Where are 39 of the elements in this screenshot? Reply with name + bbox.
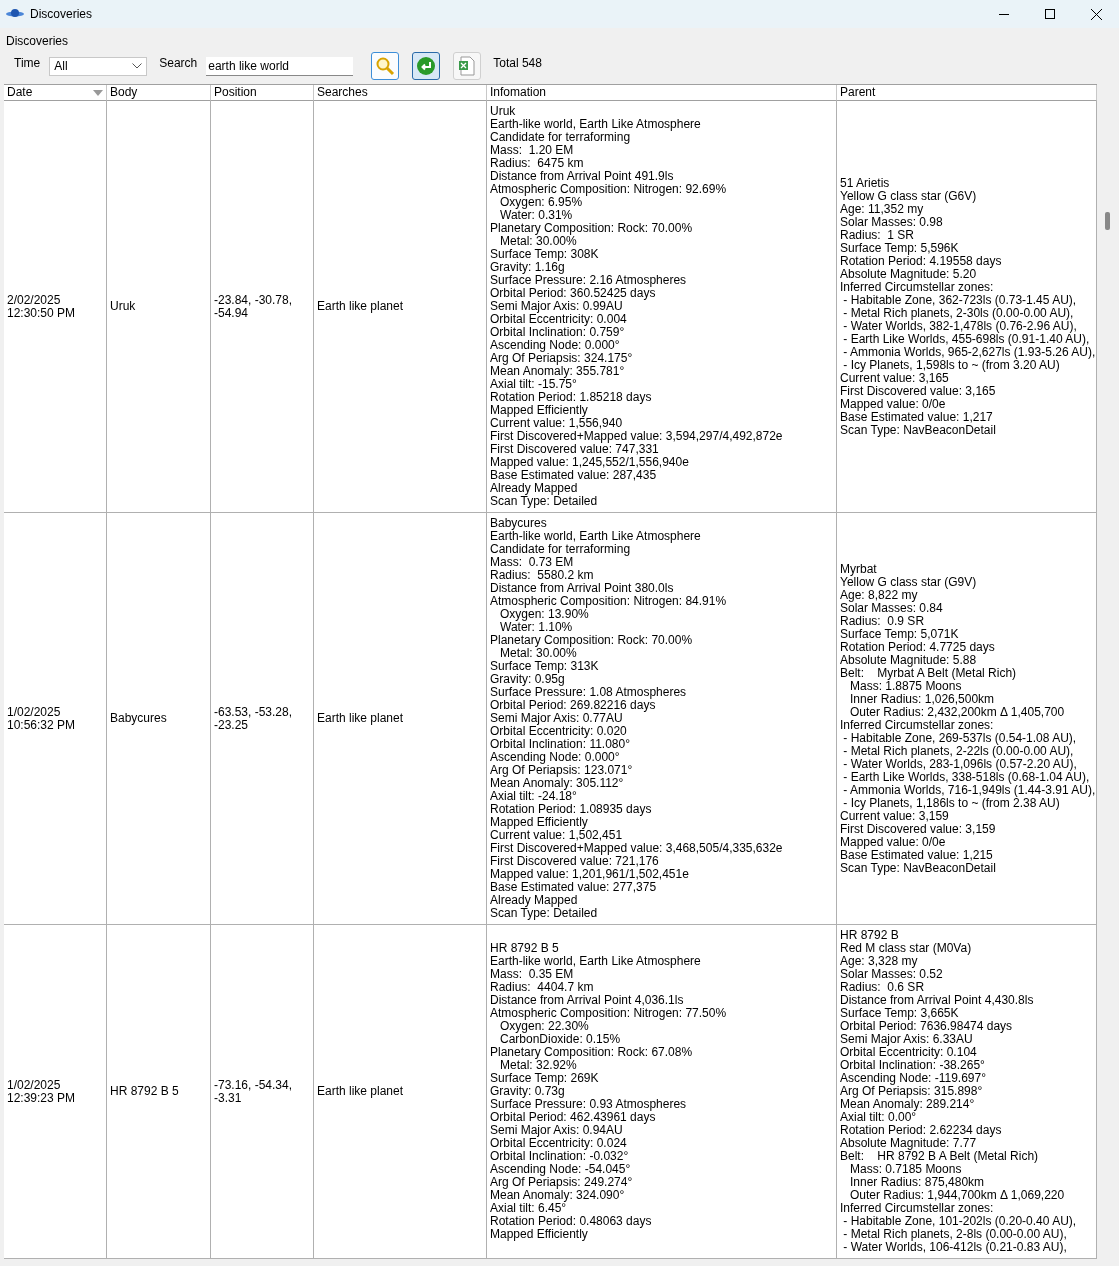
- table-cell: -63.53, -53.28, -23.25: [211, 513, 314, 925]
- table-cell: 1/02/2025 10:56:32 PM: [4, 513, 107, 925]
- window-title: Discoveries: [30, 7, 93, 21]
- planet-icon: [6, 8, 24, 20]
- panel-title: Discoveries: [6, 34, 68, 48]
- column-header[interactable]: Parent: [837, 85, 1097, 101]
- sort-arrow-icon: [93, 89, 103, 96]
- export-excel-button[interactable]: [453, 52, 482, 80]
- column-header[interactable]: Body: [107, 85, 211, 101]
- column-header[interactable]: Infomation: [487, 85, 837, 101]
- maximize-icon: [1045, 9, 1055, 19]
- column-header[interactable]: Searches: [314, 85, 487, 101]
- table-cell: HR 8792 B 5: [107, 925, 211, 1259]
- search-label: Search: [159, 56, 198, 70]
- table-cell: Uruk: [107, 101, 211, 513]
- total-count: Total 548: [493, 56, 542, 70]
- caret-icon: [132, 63, 143, 69]
- table-cell: HR 8792 B 5 Earth-like world, Earth Like Atmosphere Mass: 0.35 EM Radius: 4404.7 km Distance from Arrival Point 4,036.1ls Atmospheric Composition: Nitrogen: 77.50% Oxygen: 22.30% CarbonDioxide: 0.15% Planetary Composition: Rock: 67.08% Metal: 32.92% Surface Temp: 269K Gravity: 0.73g Surface Pressure: 0.93 Atmospheres Orbital Period: 462.43961 days Semi Major Axis: 0.94AU Orbital Eccentricity: 0.024 Orbital Inclination: -0.032° Ascending Node: -54.045° Arg Of Periapsis: 249.274° Mean Anomaly: 324.090° Axial tilt: 6.45° Rotation Period: 0.48063 days Mapped Efficiently: [487, 925, 837, 1259]
- time-label: Time: [14, 56, 41, 70]
- table-cell: 2/02/2025 12:30:50 PM: [4, 101, 107, 513]
- table-cell: Earth like planet: [314, 101, 487, 513]
- table-cell: -23.84, -30.78, -54.94: [211, 101, 314, 513]
- spreadsheet-file-icon: [458, 56, 477, 76]
- table-cell: -73.16, -54.34, -3.31: [211, 925, 314, 1259]
- search-icon: [375, 56, 396, 76]
- close-icon: [1090, 8, 1102, 20]
- column-header[interactable]: Date: [4, 85, 107, 101]
- table-cell: Babycures Earth-like world, Earth Like Atmosphere Candidate for terraforming Mass: 0.73 EM Radius: 5580.2 km Distance from Arrival Point 380.0ls Atmospheric Composition: Nitrogen: 84.91% Oxygen: 13.90% Water: 1.10% Planetary Composition: Rock: 70.00% Metal: 30.00% Surface Temp: 313K Gravity: 0.95g Surface Pressure: 1.08 Atmospheres Orbital Period: 269.82216 days Semi Major Axis: 0.77AU Orbital Eccentricity: 0.020 Orbital Inclination: 11.080° Ascending Node: 0.000° Arg Of Periapsis: 123.071° Mean Anomaly: 305.112° Axial tilt: -24.18° Rotation Period: 1.08935 days Mapped Efficiently Current value: 1,502,451 First Discovered+Mapped value: 3,468,505/4,335,632e First Discovered value: 721,176 Mapped value: 1,201,961/1,502,451e Base Estimated value: 277,375 Already Mapped Scan Type: Detailed: [487, 513, 837, 925]
- scroll-thumb[interactable]: [1105, 212, 1110, 230]
- column-header[interactable]: Position: [211, 85, 314, 101]
- time-dropdown[interactable]: All: [49, 56, 148, 76]
- search-field[interactable]: earth like world: [206, 56, 354, 76]
- table-cell: Uruk Earth-like world, Earth Like Atmosphere Candidate for terraforming Mass: 1.20 EM Radius: 6475 km Distance from Arrival Point 491.9ls Atmospheric Composition: Nitrogen: 92.69% Oxygen: 6.95% Water: 0.31% Planetary Composition: Rock: 70.00% Metal: 30.00% Surface Temp: 308K Gravity: 1.16g Surface Pressure: 2.16 Atmospheres Orbital Period: 360.52425 days Semi Major Axis: 0.99AU Orbital Eccentricity: 0.004 Orbital Inclination: 0.759° Ascending Node: 0.000° Arg Of Periapsis: 324.175° Mean Anomaly: 355.781° Axial tilt: -15.75° Rotation Period: 1.85218 days Mapped Efficiently Current value: 1,556,940 First Discovered+Mapped value: 3,594,297/4,492,872e First Discovered value: 747,331 Mapped value: 1,245,552/1,556,940e Base Estimated value: 287,435 Already Mapped Scan Type: Detailed: [487, 101, 837, 513]
- search-button[interactable]: [371, 52, 400, 80]
- refresh-button[interactable]: [412, 52, 441, 80]
- table-cell: 1/02/2025 12:39:23 PM: [4, 925, 107, 1259]
- table-cell: Earth like planet: [314, 925, 487, 1259]
- table-cell: Earth like planet: [314, 513, 487, 925]
- table-cell: Babycures: [107, 513, 211, 925]
